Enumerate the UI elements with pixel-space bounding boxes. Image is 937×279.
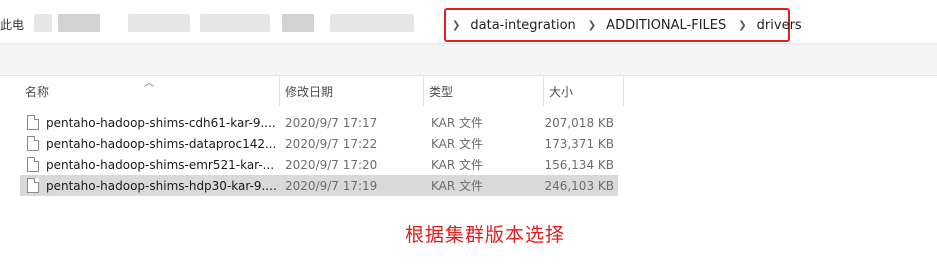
file-size: 156,134 KB bbox=[544, 157, 614, 172]
blurred-segment bbox=[282, 14, 314, 32]
file-icon bbox=[27, 136, 39, 151]
column-date-modified[interactable]: 修改日期 bbox=[280, 76, 424, 106]
annotation-note: 根据集群版本选择 bbox=[405, 224, 566, 246]
file-size: 207,018 KB bbox=[544, 115, 614, 130]
file-icon bbox=[27, 115, 39, 130]
file-name: pentaho-hadoop-shims-dataproc142... bbox=[46, 136, 277, 151]
chevron-right-icon[interactable]: ❯ bbox=[452, 20, 460, 31]
file-type: KAR 文件 bbox=[431, 179, 484, 193]
file-list: pentaho-hadoop-shims-cdh61-kar-9.... 202… bbox=[20, 112, 618, 196]
file-name: pentaho-hadoop-shims-emr521-kar-... bbox=[46, 157, 275, 172]
blurred-segment bbox=[330, 14, 414, 32]
breadcrumb-item-drivers[interactable]: drivers bbox=[757, 18, 802, 33]
file-name-cell: pentaho-hadoop-shims-emr521-kar-... bbox=[20, 157, 280, 172]
file-type: KAR 文件 bbox=[431, 137, 484, 151]
chevron-right-icon[interactable]: ❯ bbox=[588, 20, 596, 31]
file-name-cell: pentaho-hadoop-shims-dataproc142... bbox=[20, 136, 280, 151]
file-date: 2020/9/7 17:22 bbox=[285, 136, 378, 151]
blurred-segment bbox=[128, 14, 190, 32]
file-name: pentaho-hadoop-shims-cdh61-kar-9.... bbox=[46, 115, 276, 130]
column-name[interactable]: 名称 bbox=[20, 76, 280, 106]
address-bar[interactable]: 此电 ❯ data-integration ❯ ADDITIONAL-FILES… bbox=[0, 0, 937, 44]
chevron-right-icon[interactable]: ❯ bbox=[738, 20, 746, 31]
file-row[interactable]: pentaho-hadoop-shims-cdh61-kar-9.... 202… bbox=[20, 112, 618, 133]
file-date: 2020/9/7 17:17 bbox=[285, 115, 378, 130]
file-icon bbox=[27, 157, 39, 172]
column-size[interactable]: 大小 bbox=[544, 76, 624, 106]
file-type: KAR 文件 bbox=[431, 116, 484, 130]
file-name-cell: pentaho-hadoop-shims-hdp30-kar-9.... bbox=[20, 178, 280, 193]
file-size: 173,371 KB bbox=[544, 136, 614, 151]
blurred-segment bbox=[34, 14, 52, 32]
column-header: 名称 修改日期 类型 大小 bbox=[20, 76, 624, 106]
blurred-segment bbox=[58, 14, 100, 32]
breadcrumb-item-additional-files[interactable]: ADDITIONAL-FILES bbox=[606, 18, 726, 33]
blurred-segment bbox=[200, 14, 270, 32]
file-date: 2020/9/7 17:19 bbox=[285, 178, 378, 193]
file-row-selected[interactable]: pentaho-hadoop-shims-hdp30-kar-9.... 202… bbox=[20, 175, 618, 196]
file-name: pentaho-hadoop-shims-hdp30-kar-9.... bbox=[46, 178, 277, 193]
file-icon bbox=[27, 178, 39, 193]
address-left-label: 此电 bbox=[0, 18, 25, 32]
file-row[interactable]: pentaho-hadoop-shims-emr521-kar-... 2020… bbox=[20, 154, 618, 175]
file-type: KAR 文件 bbox=[431, 158, 484, 172]
breadcrumb-item-data-integration[interactable]: data-integration bbox=[470, 18, 575, 33]
file-row[interactable]: pentaho-hadoop-shims-dataproc142... 2020… bbox=[20, 133, 618, 154]
file-explorer-window: 此电 ❯ data-integration ❯ ADDITIONAL-FILES… bbox=[0, 0, 937, 279]
column-type[interactable]: 类型 bbox=[424, 76, 544, 106]
breadcrumb: ❯ data-integration ❯ ADDITIONAL-FILES ❯ … bbox=[444, 8, 802, 42]
toolbar-strip bbox=[0, 44, 937, 76]
file-name-cell: pentaho-hadoop-shims-cdh61-kar-9.... bbox=[20, 115, 280, 130]
file-date: 2020/9/7 17:20 bbox=[285, 157, 378, 172]
file-size: 246,103 KB bbox=[544, 178, 614, 193]
